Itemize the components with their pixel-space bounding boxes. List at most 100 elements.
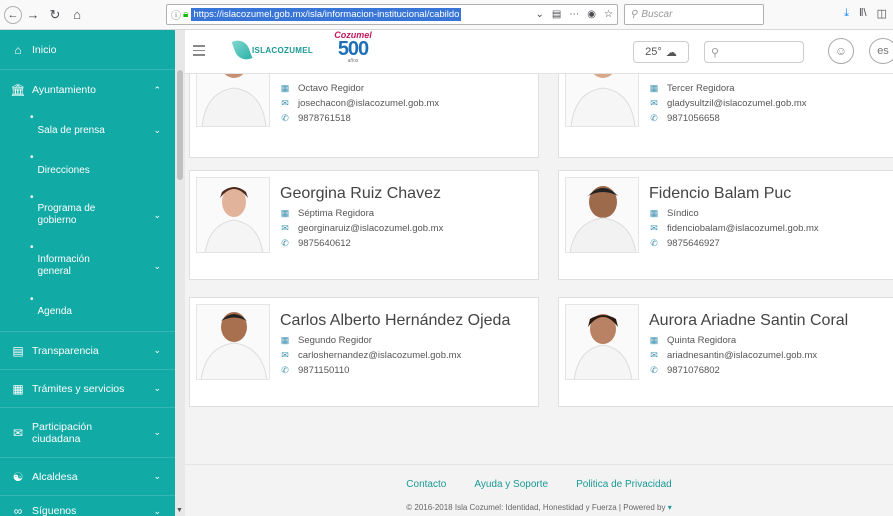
reader-icon[interactable]: ▤: [552, 9, 561, 20]
member-email[interactable]: ✉ fidenciobalam@islacozumel.gob.mx: [649, 223, 818, 234]
sidebar-item-label: Sala de prensa: [37, 124, 105, 136]
member-role: ▦ Segundo Regidor: [280, 335, 372, 346]
sidebar-item-label: Trámites y servicios: [32, 382, 125, 395]
sidebar-scrollbar[interactable]: ▼: [175, 30, 185, 516]
member-name: Georgina Ruiz Chavez: [280, 185, 441, 202]
sidebar-item-inicio[interactable]: ⌂ Inicio: [0, 30, 175, 70]
footer-link-ayuda[interactable]: Ayuda y Soporte: [474, 479, 548, 490]
weather-widget[interactable]: 25° ☁︎: [633, 41, 689, 63]
chevron-down-icon: ⌄: [153, 471, 161, 481]
chevron-down-icon: ⌄: [153, 209, 161, 220]
pocket-icon[interactable]: ◉: [587, 9, 596, 20]
sidebar-item-participacion[interactable]: ✉ Participación ciudadana ⌄: [0, 408, 175, 458]
chevron-down-icon: ⌄: [153, 260, 161, 271]
member-phone[interactable]: ✆ 9878761518: [280, 113, 439, 124]
sidebar-item-label-2: gobierno: [37, 215, 77, 226]
chevron-down-icon: ⌄: [153, 345, 161, 355]
sidebar-item-programa[interactable]: • Programa de gobierno ⌄: [0, 190, 175, 240]
id-card-icon: ▦: [280, 208, 290, 218]
member-name: Fidencio Balam Puc: [649, 185, 792, 202]
member-role: ▦ Quinta Regidora: [649, 335, 737, 346]
sidebar-item-label: Inicio: [32, 43, 57, 56]
sidebar-toggle-icon[interactable]: ◫: [877, 7, 887, 20]
sidebar-item-siguenos[interactable]: ∞ Síguenos ⌄: [0, 496, 175, 516]
sidebar-item-sala-prensa[interactable]: • Sala de prensa ⌄: [0, 110, 175, 150]
bullet-icon: •: [30, 152, 34, 163]
sidebar-item-transparencia[interactable]: ▤ Transparencia ⌄: [0, 332, 175, 370]
forward-icon[interactable]: →: [22, 4, 44, 26]
member-card: Fidencio Balam Puc ▦ Síndico ✉ fidenciobal…: [558, 170, 893, 280]
mail-icon: ✉: [281, 98, 289, 108]
member-role: ▦ Octavo Regidor: [280, 83, 365, 94]
member-photo: [196, 177, 270, 253]
temperature: 25°: [645, 46, 662, 58]
address-bar[interactable]: ⓘ 🔒︎ https://islacozumel.gob.mx/isla/inf…: [166, 4, 618, 25]
mail-icon: ✉: [650, 98, 658, 108]
member-role: ▦ Síndico: [649, 208, 699, 219]
reload-icon[interactable]: ↻: [44, 4, 66, 26]
search-icon: ⚲: [711, 46, 720, 59]
chevron-up-icon: ⌃: [153, 84, 161, 95]
member-phone[interactable]: ✆ 9871056658: [649, 113, 807, 124]
member-phone[interactable]: ✆ 9871076802: [649, 365, 848, 376]
scroll-down-icon[interactable]: ▼: [176, 507, 183, 514]
chevron-down-icon[interactable]: ⌄: [535, 9, 543, 20]
isla-cozumel-logo[interactable]: ISLACOZUMEL: [231, 37, 313, 63]
member-email[interactable]: ✉ carloshernandez@islacozumel.gob.mx: [280, 350, 510, 361]
member-role: ▦ Tercer Regidora: [649, 83, 735, 94]
sidebar: ⌂ Inicio 🏛︎ Ayuntamiento ⌃ • Sala de pre…: [0, 30, 175, 516]
download-icon[interactable]: ⤓: [844, 7, 849, 20]
building-icon: 🏛︎: [10, 83, 26, 97]
footer-link-privacidad[interactable]: Politica de Privacidad: [576, 479, 672, 490]
member-phone[interactable]: ✆ 9875640612: [280, 238, 443, 249]
sidebar-item-informacion[interactable]: • Información general ⌄: [0, 240, 175, 292]
member-email[interactable]: ✉ georginaruiz@islacozumel.gob.mx: [280, 223, 443, 234]
member-photo: [565, 74, 639, 127]
member-name: Aurora Ariadne Santin Coral: [649, 312, 849, 329]
phone-icon: ✆: [281, 238, 289, 248]
more-icon[interactable]: ⋯: [569, 9, 579, 20]
id-card-icon: ▦: [280, 335, 290, 345]
home-icon[interactable]: ⌂: [66, 4, 88, 26]
site-search-input[interactable]: ⚲: [704, 41, 804, 63]
library-icon[interactable]: ‖\: [859, 7, 867, 20]
home-icon: ⌂: [14, 42, 22, 57]
search-icon: ⚲: [630, 9, 638, 20]
sidebar-item-label: Agenda: [37, 306, 72, 317]
sidebar-item-ayuntamiento[interactable]: 🏛︎ Ayuntamiento ⌃: [0, 70, 175, 110]
user-icon[interactable]: ☺: [828, 38, 854, 64]
bullet-icon: •: [30, 112, 34, 123]
sidebar-item-agenda[interactable]: • Agenda: [0, 292, 175, 332]
sidebar-item-direcciones[interactable]: • Direcciones: [0, 150, 175, 190]
member-role: ▦ Séptima Regidora: [280, 208, 375, 219]
sidebar-item-alcaldesa[interactable]: ☯ Alcaldesa ⌄: [0, 458, 175, 496]
language-button[interactable]: es: [869, 38, 893, 64]
bullet-icon: •: [30, 242, 34, 253]
browser-search-input[interactable]: ⚲ Buscar: [624, 4, 764, 25]
member-phone[interactable]: ✆ 9871150110: [280, 365, 510, 376]
member-email[interactable]: ✉ ariadnesantin@islacozumel.gob.mx: [649, 350, 848, 361]
bookmark-star-icon[interactable]: ☆: [604, 9, 613, 20]
footer-link-contacto[interactable]: Contacto: [406, 479, 446, 490]
back-icon[interactable]: ←: [4, 5, 22, 24]
member-card: Aurora Ariadne Santin Coral ▦ Quinta Regi…: [558, 297, 893, 407]
megaphone-icon: ✉: [12, 425, 24, 440]
member-card: Georgina Ruiz Chavez ▦ Séptima Regidora ✉…: [189, 170, 539, 280]
scrollbar-thumb[interactable]: [177, 70, 183, 180]
member-email[interactable]: ✉ josechacon@islacozumel.gob.mx: [280, 98, 439, 109]
mail-icon: ✉: [281, 223, 289, 233]
bullet-icon: •: [30, 294, 34, 305]
people-icon: ☯: [12, 469, 24, 484]
member-email[interactable]: ✉ gladysultzil@islacozumel.gob.mx: [649, 98, 806, 109]
sidebar-item-label: Transparencia: [32, 344, 99, 357]
sidebar-item-label: Participación: [32, 420, 93, 433]
url-text[interactable]: https://islacozumel.gob.mx/isla/informac…: [191, 8, 462, 21]
sidebar-item-tramites[interactable]: ▦ Trámites y servicios ⌄: [0, 370, 175, 408]
share-icon: ∞: [13, 504, 23, 516]
sidebar-item-label: Programa de: [37, 203, 96, 214]
id-card-icon: ▦: [649, 83, 659, 93]
member-phone[interactable]: ✆ 9875646927: [649, 238, 819, 249]
site-footer: Contacto Ayuda y Soporte Politica de Pri…: [185, 464, 893, 516]
info-icon[interactable]: ⓘ: [171, 7, 181, 22]
menu-icon[interactable]: [193, 45, 205, 59]
